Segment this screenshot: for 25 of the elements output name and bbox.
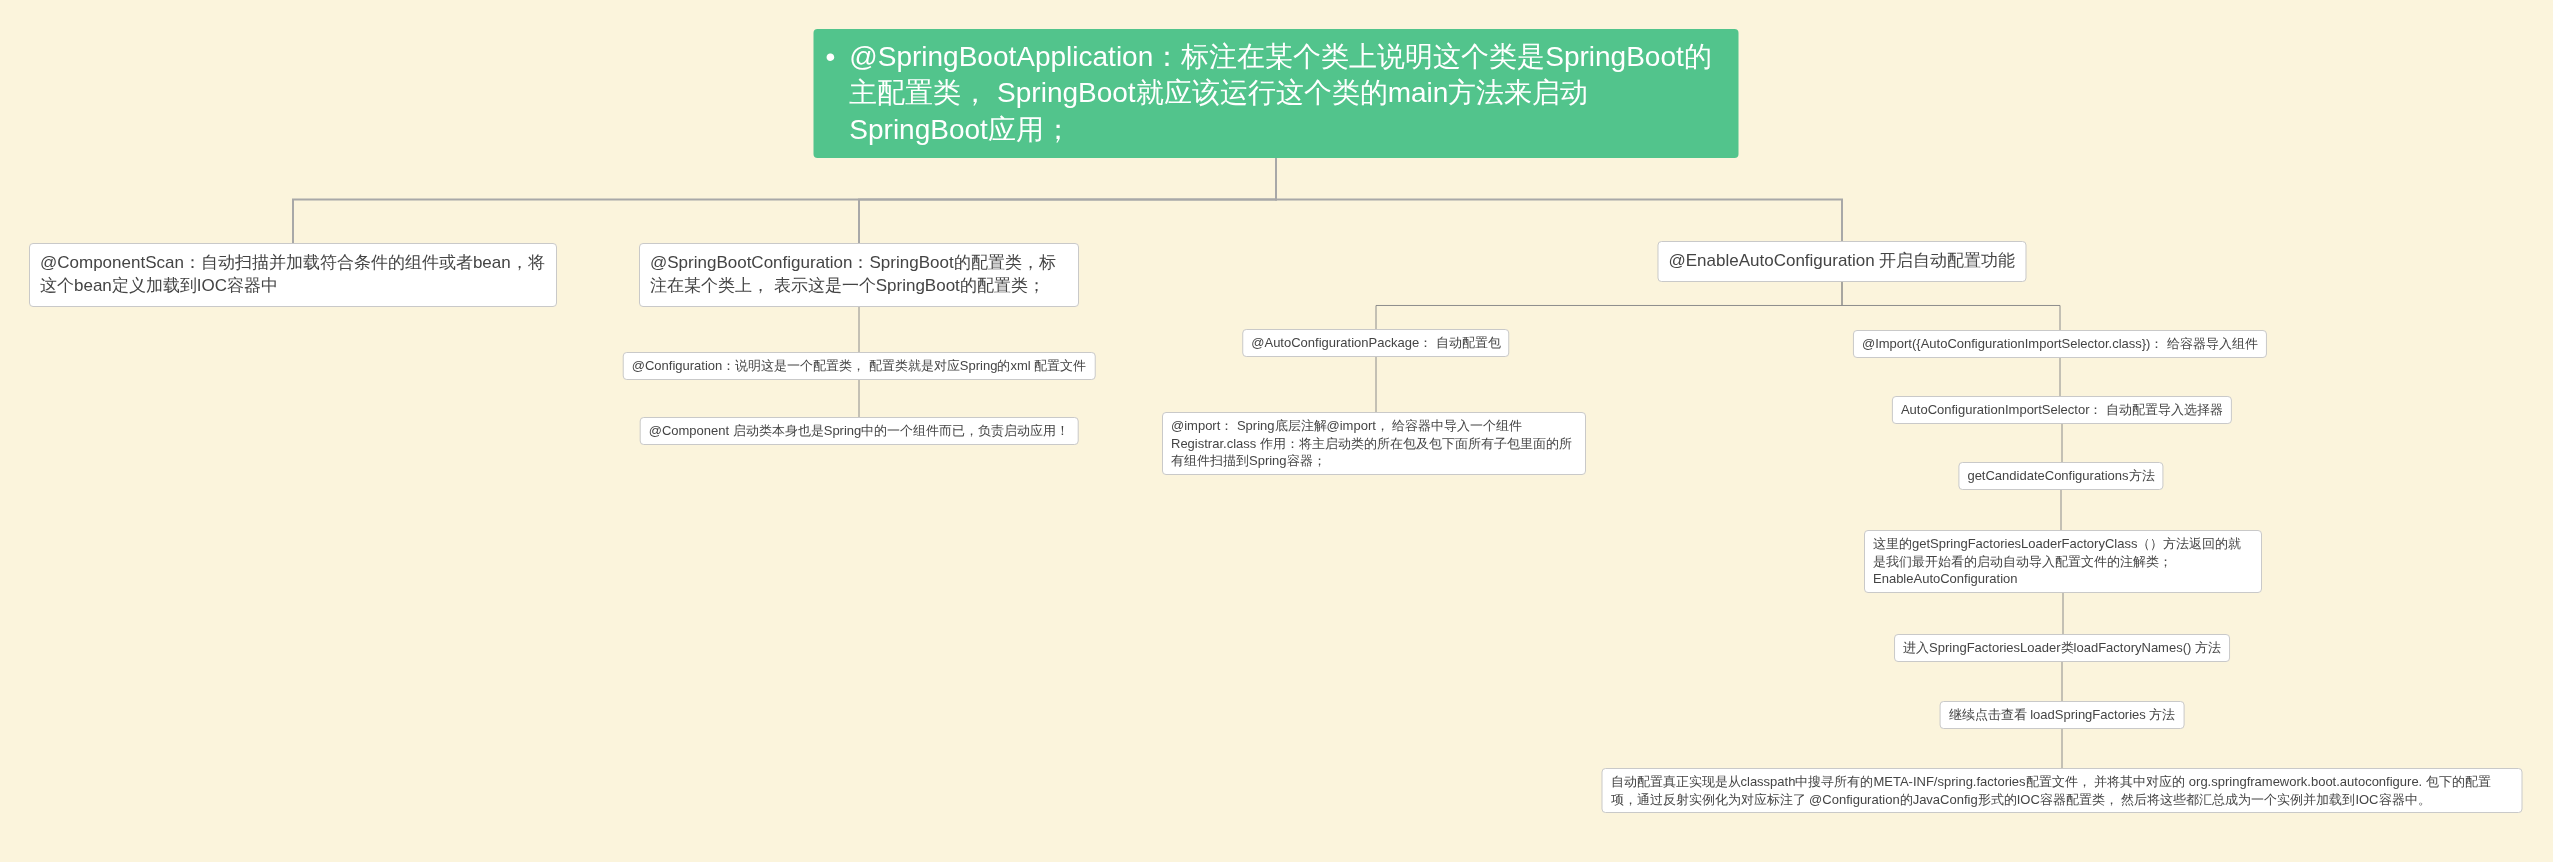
connector-line bbox=[2059, 357, 2061, 397]
topic-node: @EnableAutoConfiguration 开启自动配置功能 bbox=[1657, 241, 2027, 282]
topic-node: @Component 启动类本身也是Spring中的一个组件而已，负责启动应用！ bbox=[639, 417, 1079, 445]
topic-node: @SpringBootConfiguration：SpringBoot的配置类，标注在某个类上， 表示这是一个SpringBoot的配置类； bbox=[639, 243, 1079, 307]
connector-line bbox=[1375, 356, 1377, 413]
connector-line bbox=[858, 306, 860, 353]
connector-line bbox=[2062, 592, 2064, 635]
topic-node: @import： Spring底层注解@import， 给容器中导入一个组件 Registrar.class 作用：将主启动类的所在包及包下面所有子包里面的所有组件扫描到Spring容器； bbox=[1162, 412, 1586, 475]
topic-node: 自动配置真正实现是从classpath中搜寻所有的META-INF/spring.factories配置文件， 并将其中对应的 org.springframework.boot.autoconfigure. 包下的配置项，通过反射实例化为对应标注了 @Configuration的JavaConfig形式的IOC容器配置类， 然后将这些都汇总成为一个实例并加载到IOC容器中。 bbox=[1601, 768, 2523, 814]
topic-node: @Import({AutoConfigurationImportSelector.class})： 给容器导入组件 bbox=[1852, 330, 2268, 358]
topic-node: getCandidateConfigurations方法 bbox=[1958, 462, 2164, 490]
topic-node: AutoConfigurationImportSelector： 自动配置导入选择器 bbox=[1891, 396, 2233, 424]
connector-line bbox=[2061, 728, 2063, 769]
topic-node: 这里的getSpringFactoriesLoaderFactoryClass（）方法返回的就是我们最开始看的启动自动导入配置文件的注解类；EnableAutoConfiguration bbox=[1864, 530, 2262, 593]
connector-line bbox=[2061, 661, 2063, 702]
bullet-mark: • bbox=[825, 40, 836, 74]
connector-line bbox=[2060, 489, 2062, 531]
topic-text: @SpringBootApplication：标注在某个类上说明这个类是SpringBoot的主配置类， SpringBoot就应该运行这个类的main方法来启动SpringBoot应用； bbox=[849, 40, 1713, 147]
topic-node: @ComponentScan：自动扫描并加载符合条件的组件或者bean，将这个bean定义加载到IOC容器中 bbox=[29, 243, 557, 307]
topic-node: @AutoConfigurationPackage： 自动配置包 bbox=[1242, 329, 1510, 357]
topic-node: 进入SpringFactoriesLoader类loadFactoryNames() 方法 bbox=[1894, 634, 2230, 662]
topic-node: 继续点击查看 loadSpringFactories 方法 bbox=[1939, 701, 2185, 729]
connector-line bbox=[2061, 423, 2063, 463]
connector-line bbox=[858, 379, 860, 418]
topic-node: @Configuration：说明这是一个配置类， 配置类就是对应Spring的xml 配置文件 bbox=[622, 352, 1096, 380]
